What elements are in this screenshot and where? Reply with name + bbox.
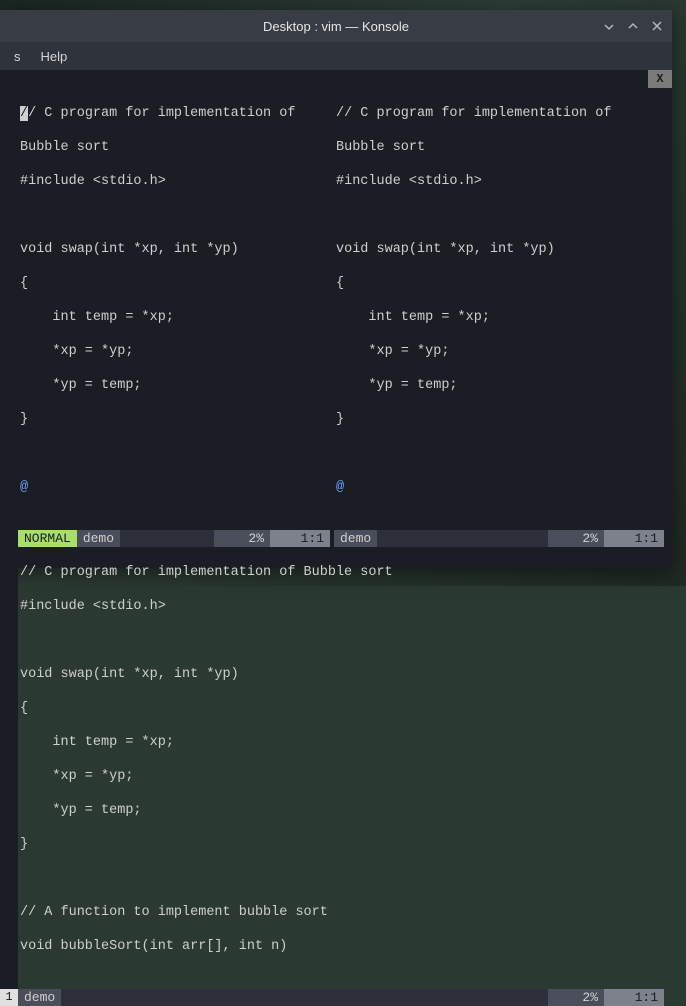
- konsole-window: Desktop : vim — Konsole s Help X // C pr…: [0, 10, 672, 568]
- percent: 2%: [548, 530, 604, 547]
- cursor-pos: 1:1: [604, 989, 664, 1006]
- cursor: /: [20, 106, 28, 121]
- tab-strip: X: [0, 70, 672, 88]
- window-controls: [598, 15, 668, 37]
- cursor-pos: 1:1: [604, 530, 664, 547]
- file-name: demo: [18, 989, 61, 1006]
- cursor-pos: 1:1: [270, 530, 330, 547]
- statusline-top-right: demo 2% 1:1: [334, 530, 664, 547]
- statusline-bottom: demo 2% 1:1: [18, 989, 664, 1006]
- maximize-button[interactable]: [622, 15, 644, 37]
- gutter-indicator: 1: [0, 989, 18, 1006]
- pane-top-left[interactable]: // C program for implementation of Bubbl…: [18, 88, 330, 547]
- tab-close-button[interactable]: X: [648, 70, 672, 88]
- menu-item-help[interactable]: Help: [31, 45, 78, 68]
- file-name: demo: [77, 530, 120, 547]
- pane-top-right[interactable]: // C program for implementation of Bubbl…: [334, 88, 664, 547]
- titlebar: Desktop : vim — Konsole: [0, 10, 672, 42]
- code-bottom[interactable]: // C program for implementation of Bubbl…: [18, 547, 664, 989]
- percent: 2%: [548, 989, 604, 1006]
- close-button[interactable]: [646, 15, 668, 37]
- menu-item-partial[interactable]: s: [4, 45, 31, 68]
- minimize-button[interactable]: [598, 15, 620, 37]
- mode-indicator: NORMAL: [18, 530, 77, 547]
- gutter-bottom: 1: [0, 547, 18, 1006]
- statusline-top-left: NORMAL demo 2% 1:1: [18, 530, 330, 547]
- menubar: s Help: [0, 42, 672, 70]
- editor-area: // C program for implementation of Bubbl…: [0, 88, 672, 1006]
- code-top-right[interactable]: // C program for implementation of Bubbl…: [334, 88, 664, 530]
- pane-bottom[interactable]: // C program for implementation of Bubbl…: [18, 547, 664, 1006]
- gutter-top: [0, 88, 18, 547]
- code-top-left[interactable]: // C program for implementation of Bubbl…: [18, 88, 330, 530]
- window-title: Desktop : vim — Konsole: [263, 19, 409, 34]
- percent: 2%: [214, 530, 270, 547]
- file-name: demo: [334, 530, 377, 547]
